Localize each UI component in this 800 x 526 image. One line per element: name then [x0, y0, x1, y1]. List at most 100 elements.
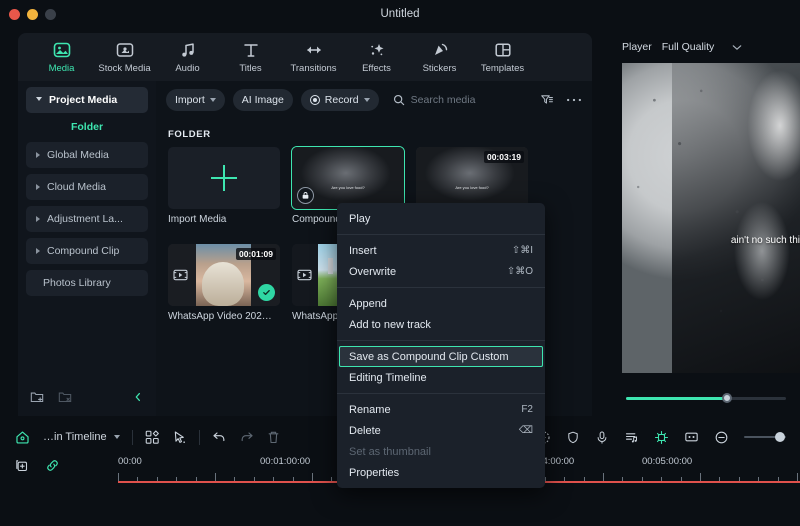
video-preview[interactable]: ain't no such thi [622, 63, 800, 373]
timeline-dropdown[interactable]: …in Timeline [43, 431, 120, 443]
delete-folder-icon[interactable] [58, 390, 72, 404]
import-button[interactable]: Import [166, 89, 225, 111]
lock-badge-icon [297, 187, 314, 204]
menu-item-append[interactable]: Append [337, 293, 545, 314]
sidebar-item-global-media[interactable]: Global Media [26, 142, 148, 168]
whatsapp-video-1-tile[interactable]: 00:01:09 WhatsApp Video 202… [168, 244, 280, 322]
tab-label: Effects [362, 63, 391, 74]
film-strip-icon [173, 269, 188, 282]
menu-item-shortcut: ⇧⌘O [506, 266, 533, 277]
audio-note-icon [178, 40, 198, 60]
record-button[interactable]: Record [300, 89, 379, 111]
menu-item-properties[interactable]: Properties [337, 462, 545, 483]
menu-item-label: Rename [349, 403, 391, 416]
collapse-panel-icon[interactable] [132, 391, 144, 403]
tab-media[interactable]: Media [30, 40, 93, 74]
tab-stickers[interactable]: Stickers [408, 40, 471, 74]
menu-item-rename[interactable]: Rename F2 [337, 399, 545, 420]
player-title: Player [622, 41, 652, 53]
playback-progress-slider[interactable] [626, 393, 786, 403]
tab-audio[interactable]: Audio [156, 40, 219, 74]
sidebar-folder-label: Folder [70, 121, 104, 133]
search-input[interactable]: Search media [393, 94, 475, 106]
thumbnail[interactable]: 00:01:09 [168, 244, 280, 306]
sidebar-item-label: Photos Library [43, 277, 111, 289]
tab-templates[interactable]: Templates [471, 40, 534, 74]
progress-fill [626, 397, 727, 400]
menu-item-shortcut: ⇧⌘I [511, 245, 533, 256]
thumbnail[interactable]: Are you love food? 00:03:19 [416, 147, 528, 209]
menu-item-label: Add to new track [349, 318, 431, 331]
menu-item-label: Save as Compound Clip Custom [349, 350, 509, 363]
redo-icon[interactable] [239, 430, 254, 444]
menu-item-play[interactable]: Play [337, 208, 545, 229]
sidebar-item-cloud-media[interactable]: Cloud Media [26, 174, 148, 200]
menu-item-editing-timeline[interactable]: Editing Timeline [337, 367, 545, 388]
zoom-out-icon[interactable] [714, 430, 729, 445]
fimora-editor-window: Untitled Media Stock Media Audio Titles [0, 0, 800, 526]
mask-shield-icon[interactable] [566, 430, 580, 445]
thumbnail[interactable] [168, 147, 280, 209]
progress-handle[interactable] [722, 393, 732, 403]
selected-check-icon [258, 284, 275, 301]
undo-icon[interactable] [212, 430, 227, 444]
sidebar-item-compound-clip[interactable]: Compound Clip [26, 238, 148, 264]
sidebar-item-adjustment-layer[interactable]: Adjustment La... [26, 206, 148, 232]
menu-item-delete[interactable]: Delete ⌫ [337, 420, 545, 441]
menu-item-label: Insert [349, 244, 377, 257]
menu-separator [337, 340, 545, 341]
thumbnail-subtitle: Are you love food? [455, 185, 489, 191]
mic-icon[interactable] [595, 430, 609, 445]
home-icon[interactable] [14, 429, 31, 446]
import-media-tile[interactable]: Import Media [168, 147, 280, 225]
menu-item-add-to-new-track[interactable]: Add to new track [337, 314, 545, 335]
green-screen-icon[interactable] [654, 430, 669, 445]
menu-item-save-as-compound-clip-custom[interactable]: Save as Compound Clip Custom [339, 346, 543, 367]
quality-dropdown[interactable]: Full Quality [662, 41, 743, 53]
preview-splash [672, 63, 800, 373]
media-caption: WhatsApp Video 202… [168, 311, 272, 322]
add-track-icon[interactable] [14, 458, 29, 473]
chevron-down-icon [209, 98, 216, 102]
link-icon[interactable] [45, 458, 60, 473]
menu-item-label: Editing Timeline [349, 371, 427, 384]
record-label: Record [324, 94, 359, 106]
sidebar-item-label: Project Media [49, 94, 118, 106]
sidebar-item-photos-library[interactable]: Photos Library [26, 270, 148, 296]
tab-label: Audio [175, 63, 200, 74]
more-options-icon[interactable] [566, 97, 582, 103]
tab-titles[interactable]: Titles [219, 40, 282, 74]
ai-image-button[interactable]: AI Image [232, 89, 293, 111]
context-menu: Play Insert ⇧⌘I Overwrite ⇧⌘O Append Add… [337, 203, 545, 488]
thumbnail[interactable]: Are you love food? [291, 146, 405, 210]
zoom-slider[interactable] [744, 432, 786, 442]
grid-layout-icon[interactable] [145, 429, 160, 445]
menu-separator [337, 234, 545, 235]
filter-icon[interactable] [540, 93, 554, 107]
sidebar-item-label: Global Media [47, 149, 109, 161]
audio-mix-icon[interactable] [624, 430, 639, 445]
chevron-right-icon [36, 248, 40, 254]
new-folder-icon[interactable] [30, 390, 44, 404]
sidebar-item-project-media[interactable]: Project Media [26, 87, 148, 113]
tab-label: Stickers [422, 63, 457, 74]
tab-stock-media[interactable]: Stock Media [93, 40, 156, 74]
plus-icon [211, 165, 237, 191]
menu-item-label: Play [349, 212, 371, 225]
split-screen-icon[interactable] [684, 430, 699, 444]
preview-subtitle: ain't no such thi [730, 235, 800, 246]
zoom-handle[interactable] [775, 432, 785, 442]
record-dot-icon [309, 95, 320, 105]
tab-transitions[interactable]: Transitions [282, 40, 345, 74]
select-cursor-icon[interactable] [172, 430, 187, 445]
import-label: Import [175, 94, 205, 106]
menu-separator [337, 393, 545, 394]
titles-text-icon [241, 40, 261, 60]
tab-effects[interactable]: Effects [345, 40, 408, 74]
menu-item-label: Properties [349, 466, 400, 479]
menu-item-insert[interactable]: Insert ⇧⌘I [337, 240, 545, 261]
menu-item-overwrite[interactable]: Overwrite ⇧⌘O [337, 261, 545, 282]
effects-sparkle-icon [367, 40, 387, 60]
delete-trash-icon[interactable] [266, 430, 281, 445]
divider [198, 429, 200, 445]
